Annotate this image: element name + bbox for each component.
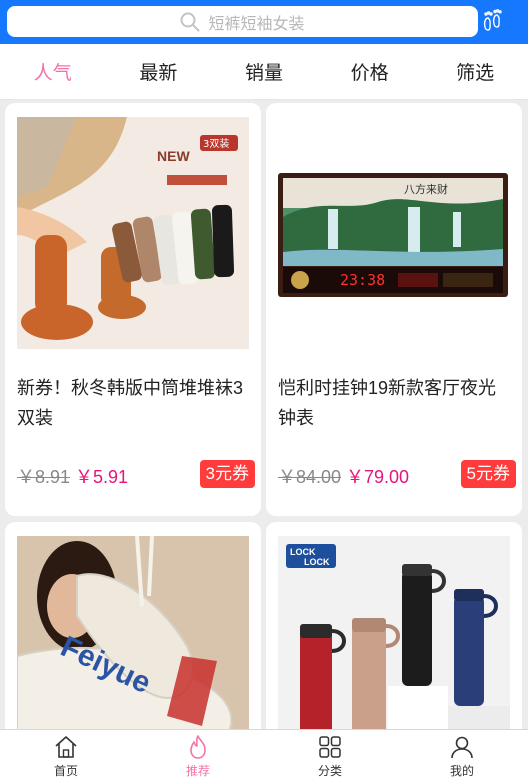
product-image-socks[interactable]: NEW 3双装 bbox=[17, 117, 249, 349]
coupon-badge[interactable]: 3元券 bbox=[199, 460, 255, 488]
sort-tabs: 人气 最新 销量 价格 筛选 bbox=[0, 44, 528, 100]
original-price: ￥84.00 bbox=[278, 467, 342, 487]
nav-category[interactable]: 分类 bbox=[264, 730, 396, 781]
nav-home[interactable]: 首页 bbox=[0, 730, 132, 781]
product-grid: NEW 3双装 新券！秋冬韩版中筒堆堆袜3双装 ￥8.91 ￥5.91 3元券 bbox=[0, 101, 528, 729]
nav-category-label: 分类 bbox=[317, 764, 342, 778]
socks-pack-label: 3双装 bbox=[203, 137, 229, 150]
search-placeholder: 短裤短袖女装 bbox=[208, 15, 305, 33]
tab-price[interactable]: 价格 bbox=[317, 44, 423, 99]
product-image-bottles[interactable]: LOCK LOCK bbox=[278, 536, 510, 729]
socks-new-label: NEW bbox=[157, 148, 190, 164]
search-icon bbox=[180, 12, 200, 31]
clock-brand-text: 八方来财 bbox=[404, 182, 448, 196]
tab-sales[interactable]: 销量 bbox=[211, 44, 317, 99]
product-image-clock[interactable]: 八方来财 23:38 bbox=[278, 117, 510, 349]
grid-icon bbox=[319, 736, 341, 758]
nav-recommend-label: 推荐 bbox=[185, 764, 210, 778]
tab-newest[interactable]: 最新 bbox=[106, 44, 212, 99]
search-input[interactable]: 短裤短袖女装 bbox=[7, 6, 478, 37]
nav-mine-label: 我的 bbox=[449, 764, 474, 778]
user-icon bbox=[451, 736, 473, 759]
flame-icon bbox=[190, 735, 206, 759]
sale-price: ￥5.91 bbox=[75, 467, 129, 487]
product-image-sneakers[interactable]: Feiyue bbox=[17, 536, 249, 729]
tab-filter[interactable]: 筛选 bbox=[422, 44, 528, 99]
product-card[interactable]: NEW 3双装 新券！秋冬韩版中筒堆堆袜3双装 ￥8.91 ￥5.91 3元券 bbox=[5, 103, 261, 516]
original-price: ￥8.91 bbox=[17, 467, 71, 487]
home-icon bbox=[55, 736, 77, 758]
clock-time-display: 23:38 bbox=[340, 271, 385, 289]
bottom-nav: 首页 推荐 分类 我的 bbox=[0, 729, 528, 781]
product-title: 新券！秋冬韩版中筒堆堆袜3双装 bbox=[17, 378, 244, 428]
product-card[interactable]: 八方来财 23:38 恺利时挂钟19新款客厅夜光钟表 ￥84.00 ￥79.00… bbox=[266, 103, 522, 516]
product-title: 恺利时挂钟19新款客厅夜光钟表 bbox=[278, 378, 497, 428]
footprint-icon[interactable] bbox=[480, 9, 506, 35]
product-card[interactable]: LOCK LOCK bbox=[266, 522, 522, 729]
coupon-badge[interactable]: 5元券 bbox=[460, 460, 516, 488]
nav-mine[interactable]: 我的 bbox=[396, 730, 528, 781]
tab-popular[interactable]: 人气 bbox=[0, 44, 106, 99]
bottle-brand-top: LOCK bbox=[290, 547, 316, 557]
product-card[interactable]: Feiyue bbox=[5, 522, 261, 729]
nav-recommend[interactable]: 推荐 bbox=[132, 730, 264, 781]
bottle-brand-bottom: LOCK bbox=[304, 557, 330, 567]
nav-home-label: 首页 bbox=[53, 764, 78, 778]
top-bar: 短裤短袖女装 bbox=[0, 0, 528, 44]
sale-price: ￥79.00 bbox=[346, 467, 410, 487]
